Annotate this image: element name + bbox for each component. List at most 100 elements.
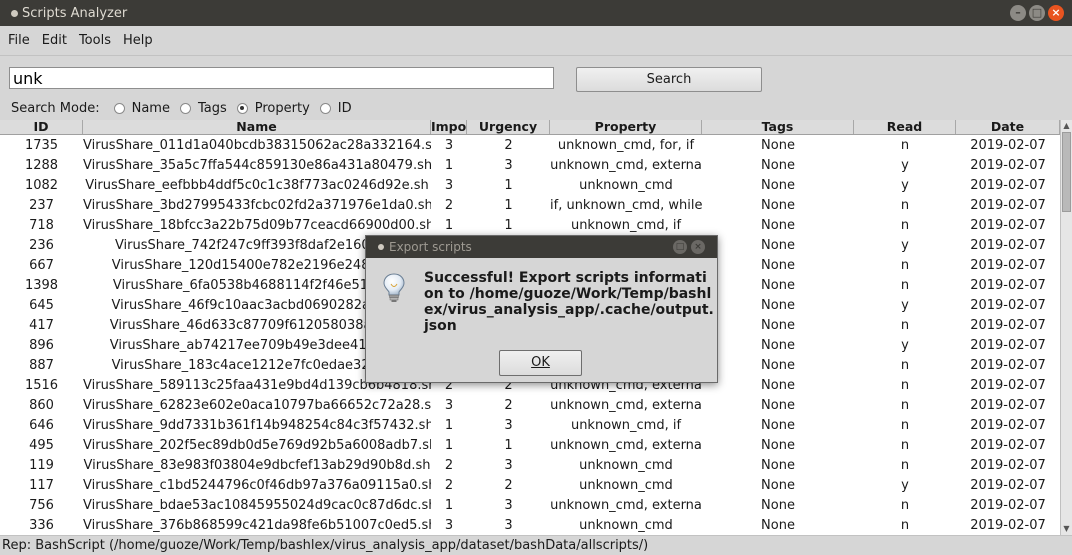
search-button[interactable]: Search: [576, 67, 762, 92]
col-header-date[interactable]: Date: [956, 120, 1060, 134]
vertical-scrollbar[interactable]: ▲ ▼: [1060, 120, 1072, 535]
table-row[interactable]: 860 VirusShare_62823e602e0aca10797ba66652…: [0, 395, 1060, 415]
menu-tools[interactable]: Tools: [73, 33, 117, 48]
table-row[interactable]: 1288 VirusShare_35a5c7ffa544c859130e86a43…: [0, 155, 1060, 175]
maximize-icon[interactable]: □: [1029, 5, 1045, 21]
app-dot-icon: [11, 9, 18, 17]
cell-read: n: [900, 377, 910, 393]
radio-name[interactable]: Name: [113, 101, 170, 116]
cell-id: 117: [29, 477, 54, 493]
cell-id: 1082: [24, 177, 59, 193]
search-input[interactable]: [9, 67, 554, 89]
menu-help[interactable]: Help: [117, 33, 159, 48]
dialog-maximize-icon[interactable]: □: [673, 240, 687, 254]
table-row[interactable]: 237 VirusShare_3bd27995433fcbc02fd2a37197…: [0, 195, 1060, 215]
cell-urgency: 1: [504, 437, 513, 453]
col-header-id[interactable]: ID: [0, 120, 83, 134]
scroll-up-icon[interactable]: ▲: [1061, 120, 1072, 132]
cell-importance: 1: [444, 437, 454, 453]
cell-tags: None: [761, 277, 795, 293]
cell-date: 2019-02-07: [970, 397, 1046, 413]
window-title: Scripts Analyzer: [22, 5, 128, 21]
minimize-icon[interactable]: –: [1010, 5, 1026, 21]
table-row[interactable]: 756 VirusShare_bdae53ac10845955024d9cac0c…: [0, 495, 1060, 515]
radio-property-button[interactable]: [236, 102, 248, 114]
col-header-read[interactable]: Read: [854, 120, 956, 134]
cell-property: unknown_cmd, if: [570, 417, 682, 433]
cell-id: 237: [29, 197, 54, 213]
dialog-dot-icon: [378, 244, 384, 250]
table-row[interactable]: 119 VirusShare_83e983f03804e9dbcfef13ab29…: [0, 455, 1060, 475]
menu-file[interactable]: File: [2, 33, 36, 48]
cell-id: 1288: [24, 157, 59, 173]
dialog-message: Successful! Export scripts information t…: [424, 270, 714, 334]
cell-importance: 2: [444, 457, 454, 473]
cell-date: 2019-02-07: [970, 377, 1046, 393]
cell-tags: None: [761, 177, 795, 193]
cell-read: n: [900, 257, 910, 273]
radio-tags-button[interactable]: [179, 102, 191, 114]
col-header-tags[interactable]: Tags: [702, 120, 854, 134]
scrollbar-thumb[interactable]: [1062, 132, 1071, 212]
dialog-title: Export scripts: [389, 240, 472, 254]
cell-id: 860: [29, 397, 54, 413]
cell-tags: None: [761, 477, 795, 493]
cell-name: VirusShare_c1bd5244796c0f46db97a376a0911…: [83, 477, 431, 493]
window-titlebar: Scripts Analyzer – □ ×: [0, 0, 1072, 26]
col-header-property[interactable]: Property: [550, 120, 702, 134]
col-header-name[interactable]: Name: [83, 120, 431, 134]
cell-tags: None: [761, 417, 795, 433]
cell-urgency: 3: [504, 497, 513, 513]
table-row[interactable]: 718 VirusShare_18bfcc3a22b75d09b77ceacd66…: [0, 215, 1060, 235]
radio-property-label: Property: [254, 100, 310, 116]
dialog-titlebar: Export scripts □ ×: [366, 236, 717, 258]
cell-urgency: 1: [504, 197, 513, 213]
dialog-close-icon[interactable]: ×: [691, 240, 705, 254]
table-row[interactable]: 336 VirusShare_376b868599c421da98fe6b5100…: [0, 515, 1060, 535]
cell-date: 2019-02-07: [970, 457, 1046, 473]
cell-read: y: [901, 337, 909, 353]
cell-urgency: 3: [504, 417, 513, 433]
cell-urgency: 1: [504, 217, 513, 233]
cell-tags: None: [761, 377, 795, 393]
cell-name: VirusShare_011d1a040bcdb38315062ac28a332…: [83, 137, 431, 153]
cell-name: VirusShare_202f5ec89db0d5e769d92b5a6008a…: [83, 437, 431, 453]
cell-id: 756: [29, 497, 54, 513]
table-row[interactable]: 646 VirusShare_9dd7331b361f14b948254c84c3…: [0, 415, 1060, 435]
ok-button[interactable]: OK: [499, 350, 582, 376]
cell-read: n: [900, 197, 910, 213]
table-row[interactable]: 495 VirusShare_202f5ec89db0d5e769d92b5a60…: [0, 435, 1060, 455]
radio-property[interactable]: Property: [236, 100, 310, 116]
radio-id-button[interactable]: [319, 102, 331, 114]
cell-property: unknown_cmd: [579, 457, 673, 473]
cell-urgency: 1: [504, 177, 513, 193]
cell-date: 2019-02-07: [970, 357, 1046, 373]
col-header-urgency[interactable]: Urgency: [467, 120, 550, 134]
radio-name-button[interactable]: [113, 102, 125, 114]
lightbulb-icon: [382, 272, 406, 308]
export-dialog: Export scripts □ × Successful! Export sc…: [365, 235, 718, 383]
scroll-down-icon[interactable]: ▼: [1061, 523, 1072, 535]
cell-tags: None: [761, 297, 795, 313]
cell-date: 2019-02-07: [970, 157, 1046, 173]
cell-read: n: [900, 457, 910, 473]
cell-date: 2019-02-07: [970, 177, 1046, 193]
col-header-importance[interactable]: Impo: [431, 120, 467, 134]
cell-date: 2019-02-07: [970, 197, 1046, 213]
cell-date: 2019-02-07: [970, 417, 1046, 433]
table-row[interactable]: 117 VirusShare_c1bd5244796c0f46db97a376a0…: [0, 475, 1060, 495]
cell-tags: None: [761, 517, 795, 533]
cell-read: n: [900, 497, 910, 513]
menu-edit[interactable]: Edit: [36, 33, 73, 48]
table-row[interactable]: 1082 VirusShare_eefbbb4ddf5c0c1c38f773ac0…: [0, 175, 1060, 195]
cell-name: VirusShare_9dd7331b361f14b948254c84c3f57…: [83, 417, 431, 433]
cell-date: 2019-02-07: [970, 297, 1046, 313]
close-icon[interactable]: ×: [1048, 5, 1064, 21]
radio-id[interactable]: ID: [319, 101, 352, 116]
cell-date: 2019-02-07: [970, 137, 1046, 153]
table-row[interactable]: 1735 VirusShare_011d1a040bcdb38315062ac28…: [0, 135, 1060, 155]
cell-importance: 2: [444, 477, 454, 493]
cell-read: n: [900, 437, 910, 453]
cell-property: unknown_cmd: [579, 477, 673, 493]
radio-tags[interactable]: Tags: [179, 101, 227, 116]
